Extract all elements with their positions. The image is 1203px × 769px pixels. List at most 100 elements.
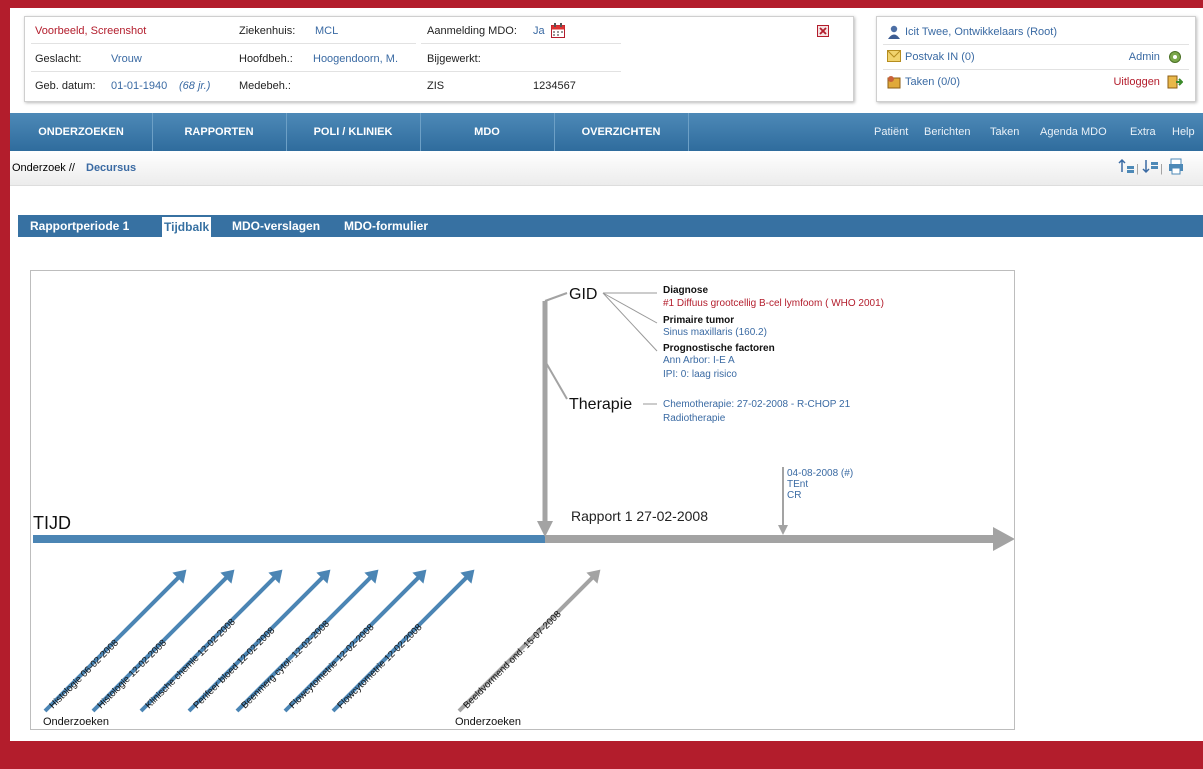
zis-value: 1234567 (533, 80, 576, 92)
divider (883, 44, 1189, 45)
mail-icon (887, 50, 901, 64)
tab-mdo-formulier[interactable]: MDO-formulier (344, 215, 428, 237)
breadcrumb-current: Decursus (86, 162, 137, 174)
gid-connector (544, 292, 568, 302)
calendar-icon[interactable] (551, 23, 565, 41)
print-icon[interactable] (1168, 158, 1186, 179)
medebeh-label: Medebeh.: (239, 80, 291, 92)
admin-row[interactable]: Admin (1129, 50, 1185, 64)
tumor-value[interactable]: Sinus maxillaris (160.2) (663, 327, 767, 338)
timeline-past-bar (33, 535, 545, 543)
event-line-2: TEnt (787, 479, 808, 490)
diagnose-value[interactable]: #1 Diffuus grootcellig B-cel lymfoom ( W… (663, 298, 884, 309)
tasks-icon (887, 75, 901, 89)
mdo-value: Ja (533, 25, 545, 37)
tab-bar: Rapportperiode 1 Tijdbalk MDO-verslagen … (18, 215, 1203, 237)
prog-value-1[interactable]: Ann Arbor: I-E A (663, 355, 735, 366)
separator: | (1160, 163, 1163, 175)
therapie-value-1[interactable]: Chemotherapie: 27-02-2008 - R-CHOP 21 (663, 399, 851, 410)
nav-taken[interactable]: Taken (990, 113, 1019, 151)
investigation-5-label[interactable]: Beenmerg cytol. 12-02-2008 (239, 619, 332, 712)
therapie-label: Therapie (569, 396, 632, 413)
main-nav: ONDERZOEKEN RAPPORTEN POLI / KLINIEK MDO… (10, 113, 1203, 151)
postvak-link[interactable]: Postvak IN (0) (905, 51, 975, 63)
prog-title: Prognostische factoren (663, 343, 775, 354)
admin-link[interactable]: Admin (1129, 51, 1160, 63)
timeline-panel: TIJD Rapport 1 27-02-2008 GID Diagnose #… (30, 270, 1015, 730)
patient-name[interactable]: Voorbeeld, Screenshot (35, 25, 146, 37)
hoofdbeh-value[interactable]: Hoogendoorn, M. (313, 53, 398, 65)
tab-rapportperiode[interactable]: Rapportperiode 1 (30, 215, 129, 237)
gid-line (602, 292, 658, 352)
therapie-value-2[interactable]: Radiotherapie (663, 413, 726, 424)
sort-down-icon[interactable] (1142, 158, 1160, 179)
investigations-group: Histologie 06-02-2008Histologie 12-02-20… (43, 569, 601, 713)
nav-agenda-mdo[interactable]: Agenda MDO (1040, 113, 1107, 151)
hospital-value: MCL (315, 25, 339, 37)
divider (421, 43, 621, 44)
timeline-future-bar (545, 535, 995, 543)
age-value: (68 jr.) (179, 80, 211, 92)
close-icon[interactable] (817, 25, 829, 40)
logout-link[interactable]: Uitloggen (1113, 76, 1159, 88)
user-icon (887, 25, 901, 39)
nav-overzichten[interactable]: OVERZICHTEN (554, 113, 689, 151)
investigation-6-label[interactable]: Flowcytometrie 12-02-2008 (287, 622, 376, 711)
report-marker-arrowhead (537, 521, 553, 537)
user-panel: Icit Twee, Ontwikkelaars (Root) Postvak … (876, 16, 1196, 102)
timeline-svg: TIJD Rapport 1 27-02-2008 GID Diagnose #… (33, 285, 1015, 728)
gender-label: Geslacht: (35, 53, 82, 65)
event-line-3: CR (787, 490, 801, 501)
taken-link[interactable]: Taken (0/0) (905, 76, 960, 88)
breadcrumb: Onderzoek // Decursus | | (10, 151, 1203, 186)
tab-mdo-verslagen[interactable]: MDO-verslagen (232, 215, 320, 237)
user-name[interactable]: Icit Twee, Ontwikkelaars (Root) (905, 26, 1057, 38)
gear-icon (1167, 50, 1181, 64)
taken-row[interactable]: Taken (0/0) (887, 75, 960, 89)
zis-label: ZIS (427, 80, 445, 92)
divider (31, 43, 416, 44)
bijgewerkt-label: Bijgewerkt: (427, 53, 481, 65)
app-frame: Voorbeeld, Screenshot Geslacht: Vrouw Ge… (10, 8, 1203, 741)
therapy-connector (544, 360, 568, 400)
hospital-label: Ziekenhuis: (239, 25, 296, 37)
nav-poli-kliniek[interactable]: POLI / KLINIEK (286, 113, 421, 151)
onderzoeken-label: Onderzoeken (43, 716, 109, 728)
event-marker-arrowhead (778, 525, 788, 535)
event-date[interactable]: 04-08-2008 (#) (787, 468, 853, 479)
onderzoeken-label-2: Onderzoeken (455, 716, 521, 728)
gid-line (602, 292, 658, 324)
nav-extra[interactable]: Extra (1130, 113, 1156, 151)
nav-mdo[interactable]: MDO (420, 113, 555, 151)
divider (883, 69, 1189, 70)
prog-value-2[interactable]: IPI: 0: laag risico (663, 369, 737, 380)
divider (31, 71, 621, 72)
investigation-3-label[interactable]: Klinische chemie 12-02-2008 (143, 617, 237, 711)
nav-help[interactable]: Help (1172, 113, 1195, 151)
gid-label: GID (569, 286, 597, 303)
patient-header: Voorbeeld, Screenshot Geslacht: Vrouw Ge… (24, 16, 854, 102)
diagnose-title: Diagnose (663, 285, 708, 296)
nav-rapporten[interactable]: RAPPORTEN (152, 113, 287, 151)
investigation-later-label[interactable]: Beeldvormend ond. 15-07-2008 (461, 609, 563, 711)
nav-patient[interactable]: Patiënt (874, 113, 908, 151)
nav-onderzoeken[interactable]: ONDERZOEKEN (10, 113, 153, 151)
mdo-label: Aanmelding MDO: (427, 25, 517, 37)
sort-up-icon[interactable] (1118, 158, 1136, 179)
hoofdbeh-label: Hoofdbeh.: (239, 53, 293, 65)
logout-icon (1167, 75, 1184, 89)
logout-row[interactable]: Uitloggen (1113, 75, 1185, 89)
breadcrumb-parent[interactable]: Onderzoek // (12, 162, 75, 174)
user-row: Icit Twee, Ontwikkelaars (Root) (887, 25, 1057, 39)
tab-tijdbalk[interactable]: Tijdbalk (162, 217, 212, 237)
dob-label: Geb. datum: (35, 80, 96, 92)
tumor-title: Primaire tumor (663, 315, 734, 326)
timeline-arrowhead (993, 527, 1015, 551)
nav-berichten[interactable]: Berichten (924, 113, 970, 151)
report-label[interactable]: Rapport 1 27-02-2008 (571, 508, 708, 524)
investigation-4-label[interactable]: Perifeer bloed 12-02-2008 (191, 625, 277, 711)
timeline-axis-label: TIJD (33, 513, 71, 533)
postvak-row[interactable]: Postvak IN (0) (887, 50, 975, 64)
investigation-7-label[interactable]: Flowcytometrie 12-02-2008 (335, 622, 424, 711)
gender-value: Vrouw (111, 53, 142, 65)
